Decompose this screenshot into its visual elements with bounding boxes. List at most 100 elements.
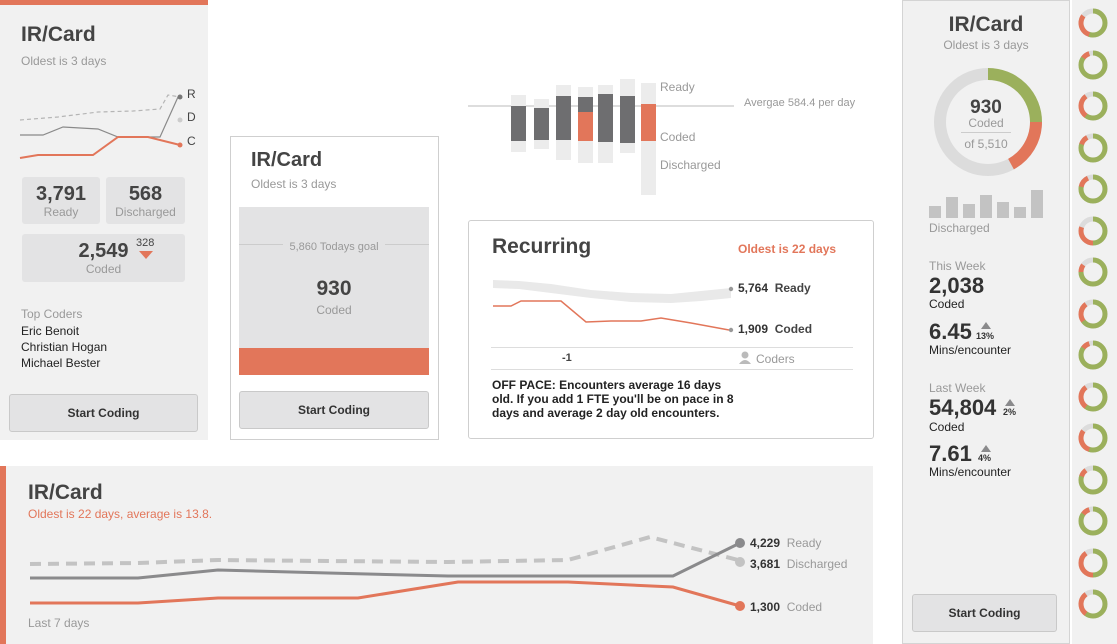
coded-value: 2,549 [78,240,129,262]
coded-row: 1,909 Coded [738,322,812,336]
goal-label: 5,860 Todays goal [283,241,385,253]
mins-change: 4% [978,453,992,463]
coded-value: 1,300 [750,600,781,614]
mini-donut [1078,133,1108,162]
panel-subtitle: Oldest is 3 days [943,38,1029,52]
coded-row: 1,300 Coded [750,600,822,614]
coded-label: Coded [929,420,965,434]
start-coding-button[interactable]: Start Coding [9,394,198,432]
up-arrow-icon [981,445,991,452]
ready-label: Ready [660,80,695,94]
card-title: IR/Card [251,149,323,171]
coded-value: 930 [316,277,352,300]
discharged-label: Discharged [929,221,990,235]
this-week-label: This Week [929,259,986,273]
this-week-coded: 2,038 [929,273,985,298]
card-title: IR/Card [28,481,103,504]
coded-change: 328 [136,237,155,249]
ready-row: 5,764 Ready [738,281,811,295]
start-coding-button[interactable]: Start Coding [239,391,429,429]
coded-label: Coded [786,600,823,614]
mini-donut [1078,548,1108,577]
coder-name[interactable]: Michael Bester [21,355,107,371]
down-arrow-icon [139,251,153,259]
mini-donut [1078,382,1108,411]
discharged-label: Discharged [115,205,176,219]
axis-tick: -1 [562,352,572,364]
legend-r: R [187,87,196,101]
card-ir-weekly: IR/Card Oldest is 22 days, average is 13… [0,466,873,644]
bar-group [511,79,656,195]
goal-progress-box: 5,860 Todays goal 930 Coded [239,207,429,375]
this-week-mins: 6.45 [929,319,972,344]
mini-donut [1078,50,1108,79]
oldest-label: Oldest is 22 days [738,242,837,256]
recurring-trend-chart [493,280,734,333]
coded-change: 2% [1003,407,1017,417]
mini-donut [1078,216,1108,245]
start-coding-button[interactable]: Start Coding [912,594,1057,632]
mini-donut [1078,465,1108,494]
coded-label: Coded [316,303,352,317]
panel-title: IR/Card [948,13,1024,36]
donut-total: of 5,510 [964,137,1008,151]
pace-message: OFF PACE: Encounters average 16 days old… [492,378,734,420]
card-subtitle: Oldest is 22 days, average is 13.8. [28,507,213,521]
trend-sparkline [19,94,183,159]
donut-label: Coded [968,116,1004,130]
card-subtitle: Oldest is 3 days [251,177,337,191]
card-ir-goal: IR/Card Oldest is 3 days 5,860 Todays go… [230,136,439,440]
card-title: IR/Card [21,23,96,46]
coder-name[interactable]: Eric Benoit [21,323,107,339]
discharged-label: Discharged [660,158,721,172]
weekly-trend-chart [29,534,745,611]
legend-c: C [187,134,196,148]
discharged-row: 3,681 Discharged [750,557,847,571]
ready-value: 3,791 [35,183,87,205]
last-week-mins: 7.61 [929,441,972,466]
mini-donut [1078,91,1108,121]
ready-label: Ready [774,281,811,295]
coded-label: Coded [774,322,813,336]
ready-row: 4,229 Ready [750,536,821,550]
top-coders-list: Eric Benoit Christian Hogan Michael Best… [21,323,107,371]
average-label: Avergae 584.4 per day [744,97,856,109]
coder-name[interactable]: Christian Hogan [21,339,107,355]
mini-donut [1078,506,1108,536]
progress-fill [239,348,429,375]
mini-donut [1078,8,1108,38]
coded-label: Coded [929,297,965,311]
mini-donut [1078,340,1108,370]
mini-donut-column [1072,0,1117,644]
card-ir-summary: IR/Card Oldest is 3 days R D C 3,791 Rea… [0,0,208,440]
discharged-stat: 568 Discharged [106,177,185,224]
mini-donut [1078,299,1108,328]
coded-label: Coded [85,262,122,276]
ready-value: 4,229 [750,536,781,550]
legend-d: D [187,110,196,124]
ready-label: Ready [786,536,822,550]
up-arrow-icon [1005,399,1015,406]
side-panel-ir: IR/Card Oldest is 3 days 930 Coded of 5,… [902,0,1070,644]
coded-value: 1,909 [738,322,769,336]
discharged-value: 568 [128,183,163,205]
person-icon [739,351,751,364]
ready-label: Ready [43,205,79,219]
mins-change: 13% [976,331,995,341]
card-title: Recurring [492,235,592,258]
last-week-label: Last Week [929,381,986,395]
card-recurring: Recurring Oldest is 22 days 5,764 Ready … [468,220,874,439]
coded-stat: 2,549 Coded 328 [22,234,185,282]
mini-donut [1078,257,1108,287]
discharged-mini-bars [929,190,1043,218]
discharged-label: Discharged [786,557,848,571]
top-coders-label: Top Coders [21,307,83,321]
last-week-coded: 54,804 [929,395,997,420]
coders-label[interactable]: Coders [756,352,795,366]
up-arrow-icon [981,322,991,329]
mins-label: Mins/encounter [929,465,1012,479]
mini-donut [1078,423,1108,453]
coded-label: Coded [660,130,696,144]
card-subtitle: Oldest is 3 days [21,54,107,68]
period-label: Last 7 days [28,616,90,630]
